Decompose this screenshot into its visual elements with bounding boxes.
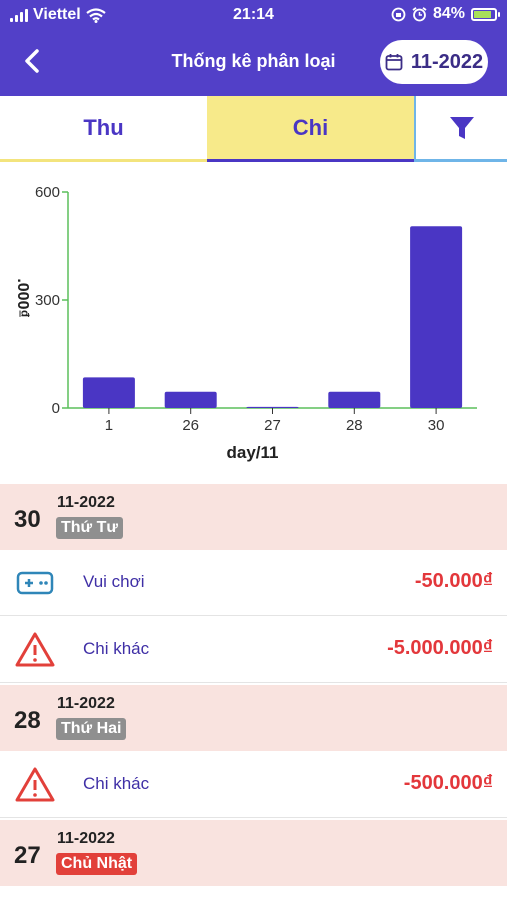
tab-thu[interactable]: Thu — [0, 96, 207, 162]
date-header-28: 28 11-2022 Thứ Hai — [0, 685, 507, 751]
amount-label: -500.000₫ — [403, 772, 493, 794]
filter-button[interactable] — [414, 96, 507, 162]
battery-icon — [471, 7, 500, 21]
warning-icon — [15, 632, 55, 667]
x-tick-label: 1 — [105, 417, 113, 434]
category-label: Chi khác — [83, 774, 150, 793]
date-header-30: 30 11-2022 Thứ Tư — [0, 484, 507, 550]
warning-icon — [15, 767, 55, 802]
daily-expense-chart: 0 300 600 1 26 27 28 30 day/11 .000₫ — [14, 184, 477, 462]
date-day: 27 — [14, 842, 41, 869]
month-label: 11-2022 — [410, 50, 484, 73]
tab-chi[interactable]: Chi — [207, 96, 414, 162]
chart-bar — [328, 391, 381, 408]
date-month-year: 11-2022 — [57, 494, 115, 511]
chart-bar — [164, 391, 217, 408]
calendar-icon — [385, 54, 403, 71]
rotation-lock-icon — [391, 7, 406, 21]
type-tabs: Thu Chi — [0, 96, 507, 162]
status-bar: Viettel 21:14 84% — [0, 0, 507, 30]
weekday-badge: Thứ Hai — [56, 718, 127, 740]
x-tick-label: 27 — [264, 417, 281, 434]
amount-label: -5.000.000₫ — [387, 637, 493, 659]
date-month-year: 11-2022 — [57, 830, 115, 847]
category-label: Vui chơi — [83, 572, 145, 591]
filter-icon — [449, 116, 474, 139]
alarm-icon — [412, 6, 427, 21]
transaction-row[interactable]: Chi khác -5.000.000₫ — [0, 617, 507, 683]
date-day: 30 — [14, 506, 41, 533]
y-tick-label: 600 — [35, 184, 60, 201]
transaction-row[interactable]: Vui chơi -50.000₫ — [0, 550, 507, 616]
x-tick-label: 28 — [346, 417, 363, 434]
x-tick-label: 26 — [182, 417, 199, 434]
app-header: Viettel 21:14 84% Thống kê phân loại 11-… — [0, 0, 507, 96]
chart-bar — [246, 406, 299, 408]
transaction-row[interactable]: Chi khác -500.000₫ — [0, 752, 507, 818]
battery-percent: 84% — [432, 5, 465, 22]
month-picker-button[interactable]: 11-2022 — [380, 40, 488, 84]
weekday-badge: Chủ Nhật — [56, 853, 138, 875]
weekday-badge: Thứ Tư — [56, 517, 123, 539]
gamepad-icon — [16, 571, 54, 595]
y-tick-label: 300 — [35, 292, 60, 309]
date-month-year: 11-2022 — [57, 695, 115, 712]
y-tick-label: 0 — [52, 400, 60, 417]
x-tick-label: 30 — [428, 417, 445, 434]
date-header-27: 27 11-2022 Chủ Nhật — [0, 820, 507, 886]
chart-bar — [82, 377, 135, 408]
category-label: Chi khác — [83, 639, 150, 658]
status-right: 84% — [391, 5, 500, 23]
chart-bar — [410, 226, 463, 408]
date-day: 28 — [14, 707, 41, 734]
amount-label: -50.000₫ — [414, 570, 493, 592]
y-axis-title: .000₫ — [14, 278, 31, 317]
x-axis-title: day/11 — [227, 443, 279, 462]
